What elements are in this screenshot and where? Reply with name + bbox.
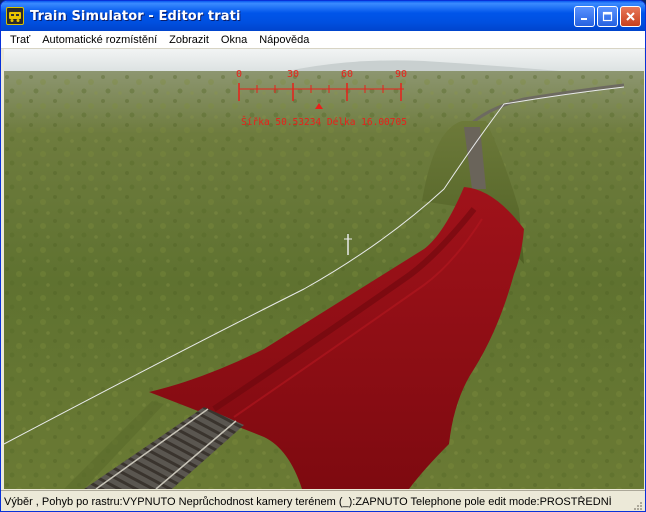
menu-bar: Trať Automatické rozmístění Zobrazit Okn… bbox=[1, 31, 645, 49]
compass-label-60: 60 bbox=[341, 69, 353, 80]
window-title: Train Simulator - Editor trati bbox=[30, 8, 241, 24]
close-icon bbox=[626, 12, 635, 21]
maximize-icon bbox=[602, 11, 613, 22]
compass-label-30: 30 bbox=[287, 69, 299, 80]
app-window: Train Simulator - Editor trati Trať Auto… bbox=[0, 0, 646, 512]
minimize-icon bbox=[581, 18, 587, 20]
window-controls bbox=[574, 6, 641, 27]
close-button[interactable] bbox=[620, 6, 641, 27]
status-bar: Výběr , Pohyb po rastru:VYPNUTO Neprůcho… bbox=[1, 490, 645, 511]
compass-label-0: 0 bbox=[236, 69, 242, 80]
train-app-icon[interactable] bbox=[6, 7, 24, 25]
status-text: Výběr , Pohyb po rastru:VYPNUTO Neprůcho… bbox=[4, 496, 612, 508]
3d-viewport[interactable]: 0 30 60 90 Šířka 50.53234 Délka 16.00705 bbox=[4, 49, 644, 489]
resize-grip-icon[interactable] bbox=[631, 499, 643, 511]
maximize-button[interactable] bbox=[597, 6, 618, 27]
menu-napoveda[interactable]: Nápověda bbox=[253, 31, 315, 49]
menu-trat[interactable]: Trať bbox=[4, 31, 36, 49]
menu-automaticke-rozmisteni[interactable]: Automatické rozmístění bbox=[36, 31, 163, 49]
terrain-scene[interactable]: 0 30 60 90 Šířka 50.53234 Délka 16.00705 bbox=[4, 49, 644, 489]
minimize-button[interactable] bbox=[574, 6, 595, 27]
title-bar[interactable]: Train Simulator - Editor trati bbox=[1, 1, 645, 31]
compass-label-90: 90 bbox=[395, 69, 407, 80]
menu-zobrazit[interactable]: Zobrazit bbox=[163, 31, 215, 49]
menu-okna[interactable]: Okna bbox=[215, 31, 253, 49]
compass-coordinates: Šířka 50.53234 Délka 16.00705 bbox=[241, 116, 407, 128]
